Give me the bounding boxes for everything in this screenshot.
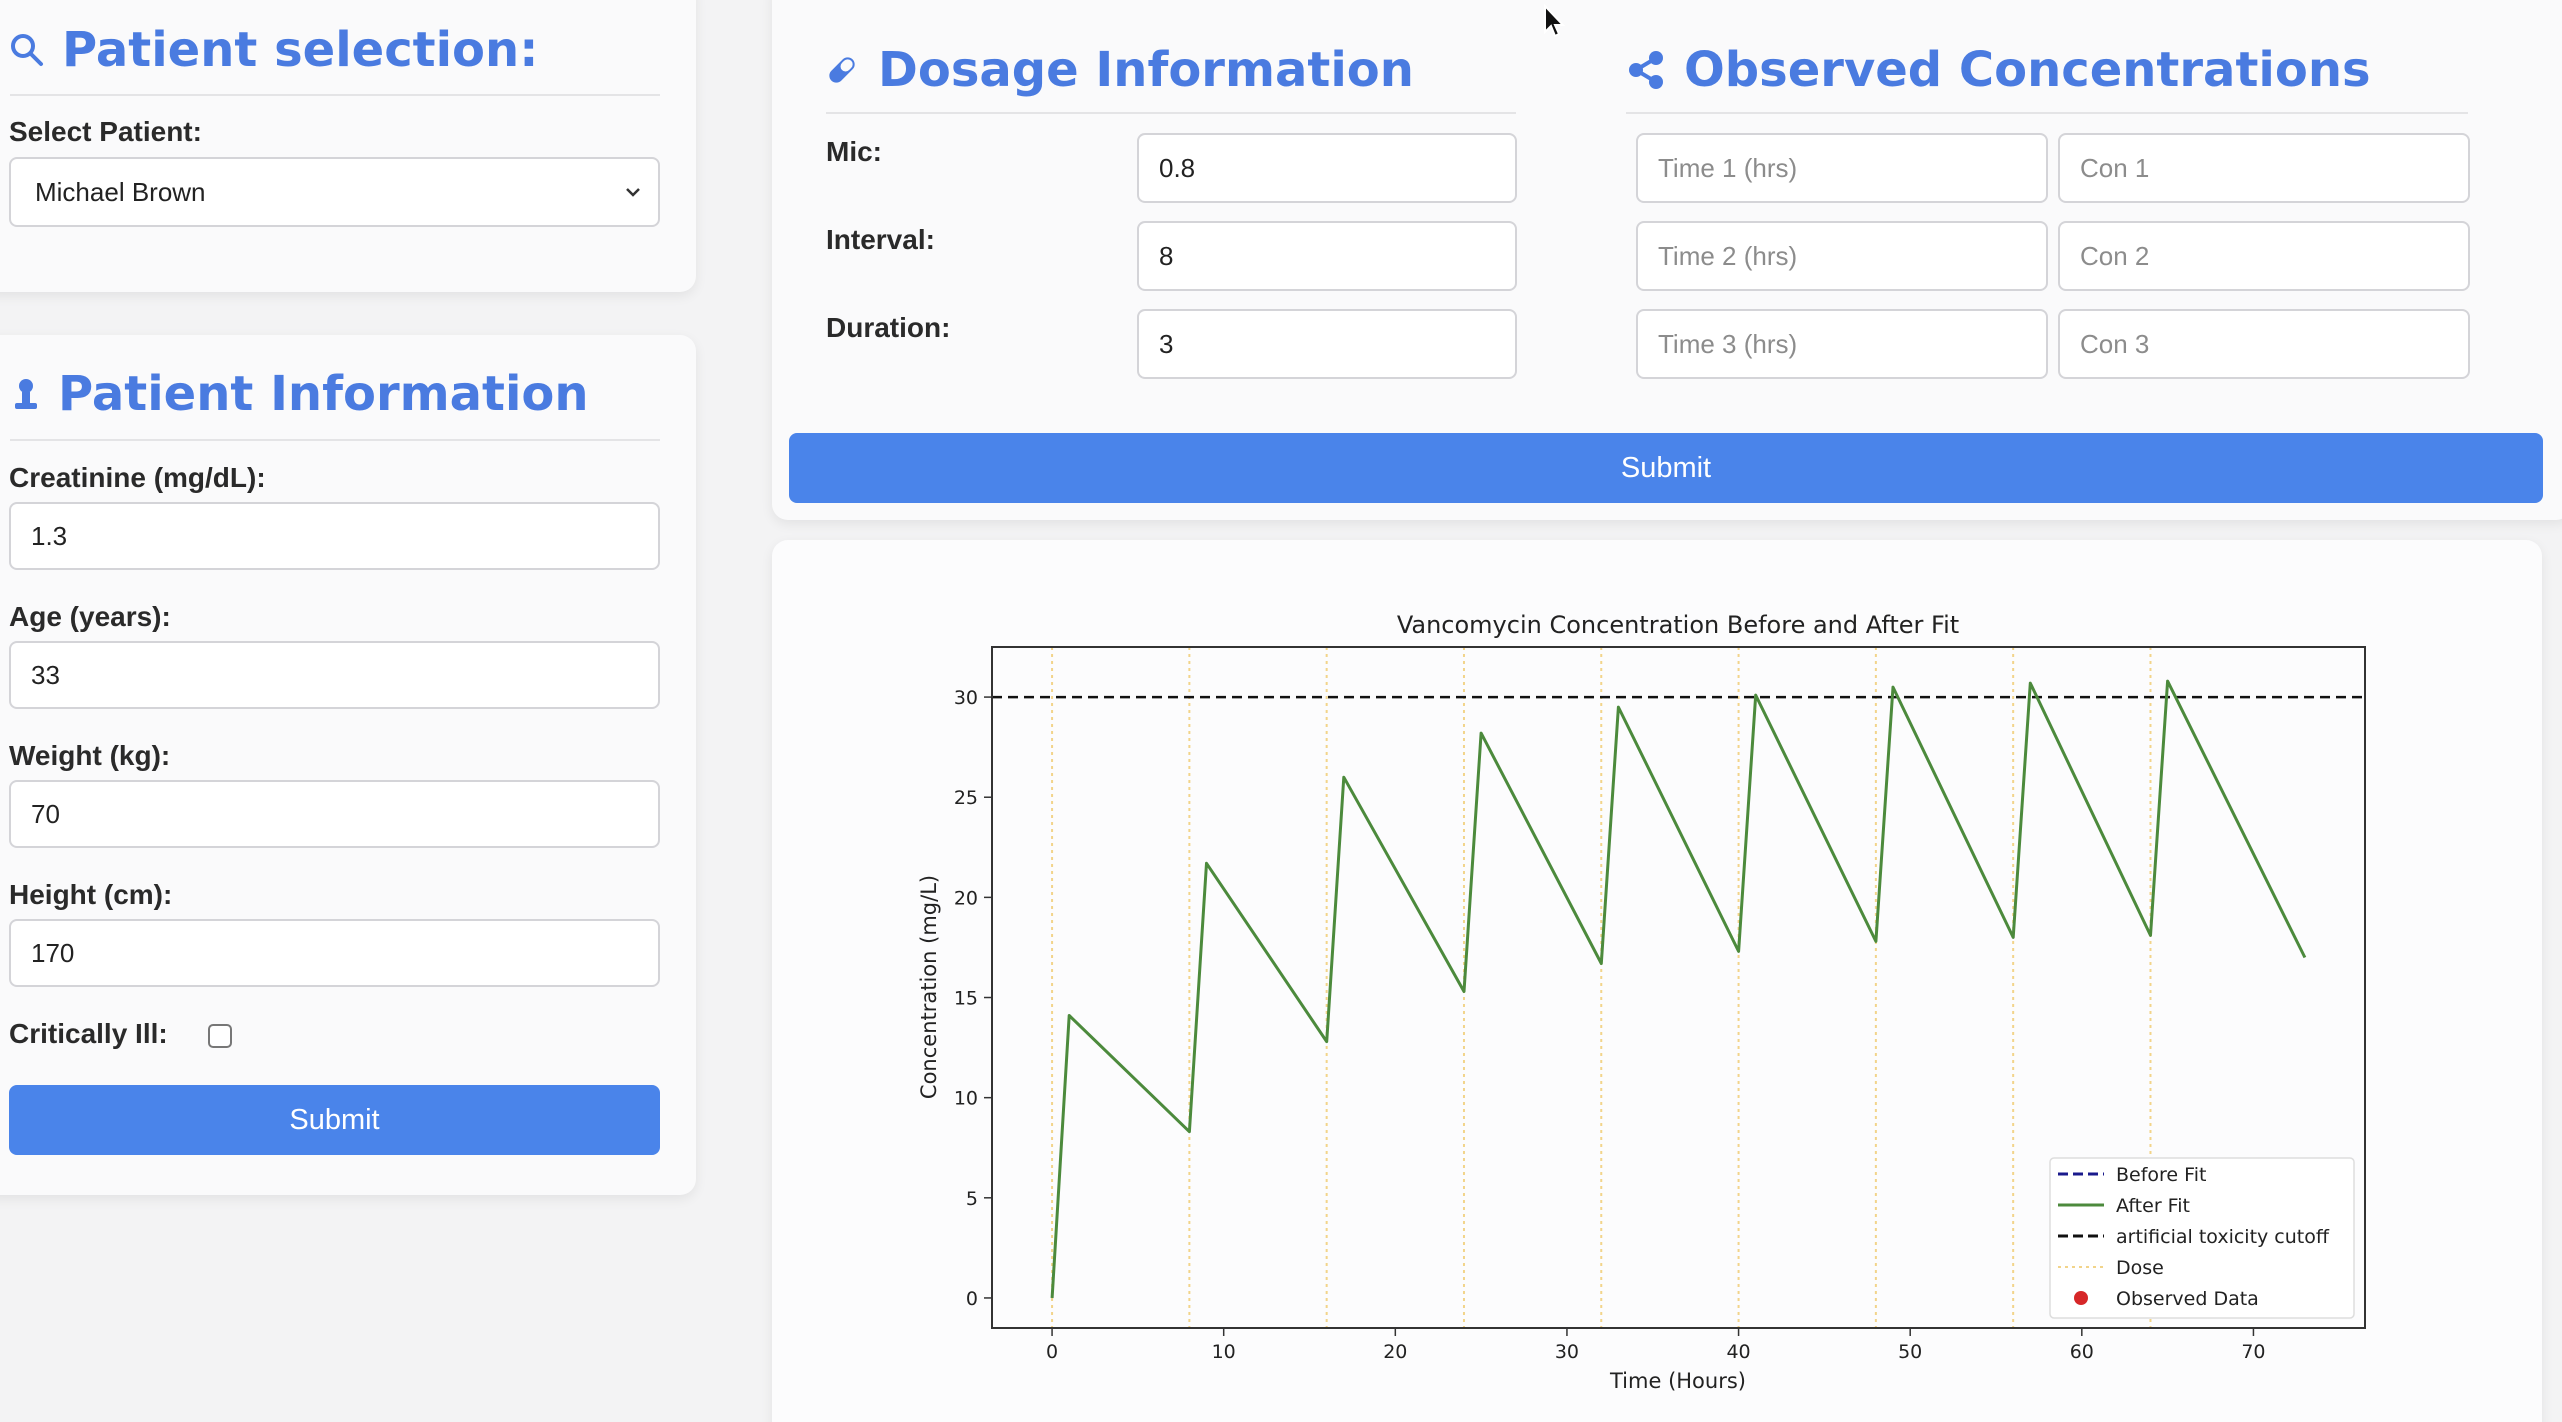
legend-label: artificial toxicity cutoff bbox=[2116, 1226, 2330, 1248]
x-tick-label: 20 bbox=[1383, 1341, 1407, 1363]
y-tick-label: 10 bbox=[954, 1088, 978, 1110]
legend-marker bbox=[2074, 1291, 2088, 1305]
y-tick-label: 30 bbox=[954, 687, 978, 709]
x-axis-label: Time (Hours) bbox=[1609, 1369, 1746, 1393]
y-tick-label: 25 bbox=[954, 787, 978, 809]
y-tick-label: 0 bbox=[966, 1288, 978, 1310]
x-tick-label: 10 bbox=[1212, 1341, 1236, 1363]
x-tick-label: 70 bbox=[2241, 1341, 2265, 1363]
cursor-icon bbox=[1544, 4, 1566, 38]
legend-label: Before Fit bbox=[2116, 1164, 2206, 1186]
x-tick-label: 30 bbox=[1555, 1341, 1579, 1363]
legend-label: Dose bbox=[2116, 1257, 2164, 1279]
y-axis-label: Concentration (mg/L) bbox=[917, 875, 941, 1099]
y-tick-label: 5 bbox=[966, 1188, 978, 1210]
legend-label: Observed Data bbox=[2116, 1288, 2259, 1310]
x-tick-label: 50 bbox=[1898, 1341, 1922, 1363]
legend-label: After Fit bbox=[2116, 1195, 2190, 1217]
y-tick-label: 20 bbox=[954, 887, 978, 909]
y-tick-label: 15 bbox=[954, 988, 978, 1010]
concentration-chart: Vancomycin Concentration Before and Afte… bbox=[917, 611, 2366, 1393]
x-tick-label: 60 bbox=[2070, 1341, 2094, 1363]
x-tick-label: 0 bbox=[1046, 1341, 1058, 1363]
x-tick-label: 40 bbox=[1726, 1341, 1750, 1363]
chart-title: Vancomycin Concentration Before and Afte… bbox=[1397, 611, 1959, 639]
chart-legend: Before Fit After Fit artificial toxicity c… bbox=[2049, 1157, 2355, 1319]
